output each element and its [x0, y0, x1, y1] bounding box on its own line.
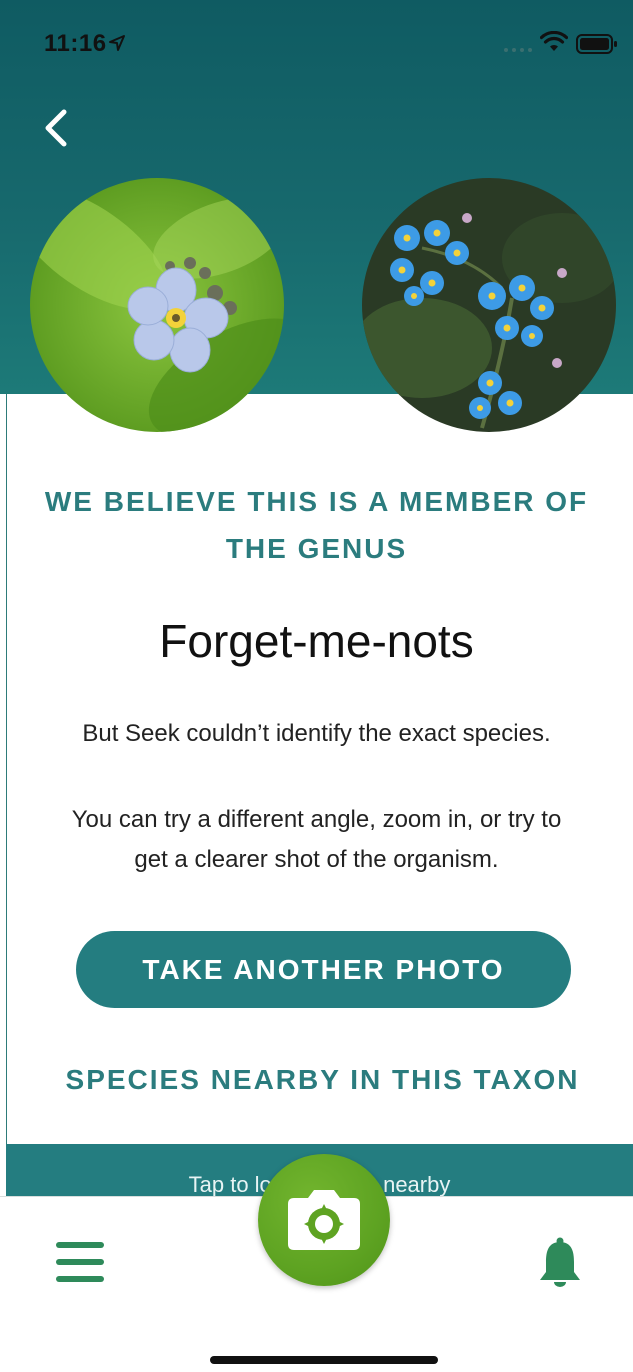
identification-screen: 11:16 WE BELIEVE THIS IS A MEMBER OF THE…: [0, 0, 633, 1372]
location-arrow-icon: [109, 35, 125, 51]
wifi-icon: [540, 31, 568, 51]
camera-icon: [288, 1190, 360, 1250]
user-photo-image: [30, 178, 284, 432]
species-nearby-title: SPECIES NEARBY IN THIS TAXON: [65, 1064, 580, 1095]
reference-photo-image: [362, 178, 616, 432]
genus-name: Forget-me-nots: [159, 615, 474, 667]
camera-button[interactable]: [258, 1154, 390, 1286]
home-indicator: [210, 1356, 438, 1364]
hamburger-menu-icon[interactable]: [56, 1240, 104, 1284]
signal-dots-icon: [504, 48, 532, 52]
back-button[interactable]: [36, 106, 76, 150]
battery-icon: [576, 34, 617, 54]
reference-photo: [362, 178, 616, 432]
genus-headline: WE BELIEVE THIS IS A MEMBER OF THE GENUS: [44, 486, 589, 564]
result-advice: You can try a different angle, zoom in, …: [71, 806, 562, 873]
take-another-photo-button[interactable]: TAKE ANOTHER PHOTO: [76, 931, 571, 1008]
status-time: 11:16: [44, 30, 107, 57]
result-message: But Seek couldn’t identify the exact spe…: [82, 720, 551, 747]
user-photo: [30, 178, 284, 432]
bell-icon[interactable]: [534, 1236, 586, 1288]
